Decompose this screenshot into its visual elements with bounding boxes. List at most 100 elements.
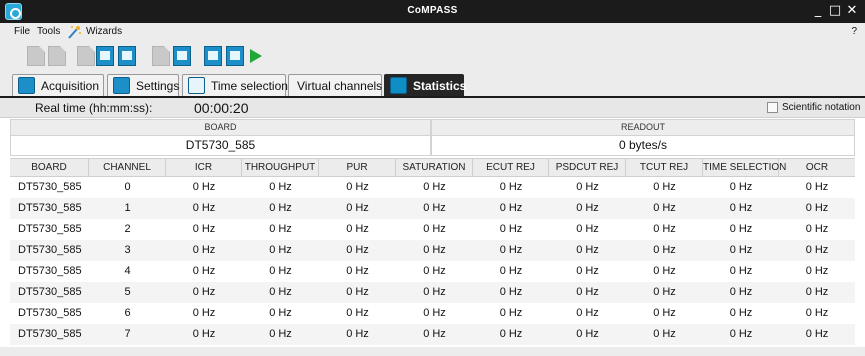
cell-ecut-rej: 0 Hz: [499, 202, 523, 214]
cell-saturation: 0 Hz: [423, 307, 446, 319]
column-header[interactable]: PUR: [319, 159, 396, 176]
help-button[interactable]: ?: [851, 26, 857, 37]
summary-readout-header: READOUT: [431, 119, 855, 136]
cell-ocr: 0 Hz: [805, 286, 829, 298]
table-row[interactable]: DT5730_585 6 0 Hz 0 Hz 0 Hz 0 Hz 0 Hz 0 …: [10, 303, 855, 324]
cell-throughput: 0 Hz: [269, 307, 292, 319]
cell-ecut-rej: 0 Hz: [499, 244, 523, 256]
cell-icr: 0 Hz: [192, 286, 216, 298]
acquisition-icon: [18, 77, 35, 94]
tab-settings[interactable]: Settings: [107, 74, 179, 96]
scientific-notation-label[interactable]: Scientific notation: [782, 102, 860, 113]
cell-channel: 7: [124, 328, 131, 340]
cell-psdcut-rej: 0 Hz: [576, 181, 599, 193]
cell-ecut-rej: 0 Hz: [499, 286, 523, 298]
column-header[interactable]: THROUGHPUT: [242, 159, 319, 176]
column-header[interactable]: SATURATION: [396, 159, 473, 176]
table-row[interactable]: DT5730_585 2 0 Hz 0 Hz 0 Hz 0 Hz 0 Hz 0 …: [10, 219, 855, 240]
cell-ocr: 0 Hz: [805, 265, 829, 277]
toolbar: [0, 41, 865, 71]
cell-saturation: 0 Hz: [423, 265, 446, 277]
column-header[interactable]: PSDCUT REJ: [549, 159, 626, 176]
tab-label: Acquisition: [41, 79, 100, 93]
new-document-icon[interactable]: [27, 46, 45, 66]
cell-throughput: 0 Hz: [269, 328, 292, 340]
cell-tcut-rej: 0 Hz: [653, 328, 676, 340]
cell-time-selection: 0 Hz: [729, 307, 753, 319]
start-acquisition-icon[interactable]: [250, 49, 262, 63]
cell-pur: 0 Hz: [346, 244, 369, 256]
export-icon[interactable]: [173, 46, 191, 66]
minimize-button[interactable]: _: [811, 3, 825, 19]
tab-time-selection[interactable]: Time selection: [182, 74, 288, 96]
statistics-icon: [390, 77, 407, 94]
cell-ocr: 0 Hz: [805, 223, 829, 235]
monitor-icon[interactable]: [226, 46, 244, 66]
cell-board: DT5730_585: [18, 223, 82, 235]
table-row[interactable]: DT5730_585 0 0 Hz 0 Hz 0 Hz 0 Hz 0 Hz 0 …: [10, 177, 855, 198]
column-header[interactable]: ICR: [166, 159, 242, 176]
column-header[interactable]: BOARD: [10, 159, 89, 176]
menu-file[interactable]: File: [14, 26, 30, 37]
cell-throughput: 0 Hz: [269, 265, 292, 277]
column-header[interactable]: TIME SELECTION: [703, 159, 786, 176]
readout-icon[interactable]: [204, 46, 222, 66]
tab-label: Time selection: [211, 79, 288, 93]
summary-board-value: DT5730_585: [10, 136, 431, 156]
menu-tools[interactable]: Tools: [37, 26, 60, 37]
maximize-button[interactable]: □: [828, 3, 842, 19]
cell-pur: 0 Hz: [346, 286, 369, 298]
table-row[interactable]: DT5730_585 1 0 Hz 0 Hz 0 Hz 0 Hz 0 Hz 0 …: [10, 198, 855, 219]
save-document-icon[interactable]: [77, 46, 95, 66]
cell-throughput: 0 Hz: [269, 244, 292, 256]
tab-label: Virtual channels: [297, 79, 383, 93]
menu-wizards[interactable]: Wizards: [86, 26, 122, 37]
cell-time-selection: 0 Hz: [729, 328, 753, 340]
cell-throughput: 0 Hz: [269, 223, 292, 235]
cell-time-selection: 0 Hz: [729, 223, 753, 235]
cell-board: DT5730_585: [18, 307, 82, 319]
scientific-notation-checkbox[interactable]: [767, 102, 778, 113]
cell-time-selection: 0 Hz: [729, 202, 753, 214]
table-row[interactable]: DT5730_585 3 0 Hz 0 Hz 0 Hz 0 Hz 0 Hz 0 …: [10, 240, 855, 261]
tab-acquisition[interactable]: Acquisition: [12, 74, 104, 96]
column-header[interactable]: ECUT REJ: [473, 159, 549, 176]
open-document-icon[interactable]: [48, 46, 66, 66]
close-button[interactable]: ✕: [845, 3, 859, 19]
cell-tcut-rej: 0 Hz: [653, 265, 676, 277]
cell-saturation: 0 Hz: [423, 244, 446, 256]
cell-saturation: 0 Hz: [423, 202, 446, 214]
load-config-icon[interactable]: [118, 46, 136, 66]
cell-tcut-rej: 0 Hz: [653, 244, 676, 256]
table-row[interactable]: DT5730_585 5 0 Hz 0 Hz 0 Hz 0 Hz 0 Hz 0 …: [10, 282, 855, 303]
column-header[interactable]: OCR: [779, 159, 855, 176]
copy-document-icon[interactable]: [152, 46, 170, 66]
column-header[interactable]: TCUT REJ: [626, 159, 703, 176]
cell-channel: 6: [124, 307, 131, 319]
tab-virtual-channels[interactable]: Virtual channels: [288, 74, 382, 96]
column-header[interactable]: CHANNEL: [89, 159, 166, 176]
gear-icon: [113, 77, 130, 94]
cell-board: DT5730_585: [18, 202, 82, 214]
cell-throughput: 0 Hz: [269, 286, 292, 298]
tab-bar: Acquisition Settings Time selection Virt…: [0, 71, 865, 96]
cell-psdcut-rej: 0 Hz: [576, 307, 599, 319]
tab-statistics[interactable]: Statistics: [384, 74, 466, 96]
cell-psdcut-rej: 0 Hz: [576, 265, 599, 277]
cell-pur: 0 Hz: [346, 328, 369, 340]
status-area: [0, 347, 865, 356]
save-config-icon[interactable]: [96, 46, 114, 66]
table-row[interactable]: DT5730_585 4 0 Hz 0 Hz 0 Hz 0 Hz 0 Hz 0 …: [10, 261, 855, 282]
wizard-wand-icon[interactable]: [66, 24, 82, 40]
cell-pur: 0 Hz: [346, 181, 369, 193]
table-row[interactable]: DT5730_585 7 0 Hz 0 Hz 0 Hz 0 Hz 0 Hz 0 …: [10, 324, 855, 345]
cell-throughput: 0 Hz: [269, 202, 292, 214]
cell-time-selection: 0 Hz: [729, 265, 753, 277]
cell-time-selection: 0 Hz: [729, 244, 753, 256]
cell-ecut-rej: 0 Hz: [499, 307, 523, 319]
cell-saturation: 0 Hz: [423, 328, 446, 340]
cell-ecut-rej: 0 Hz: [499, 181, 523, 193]
cell-saturation: 0 Hz: [423, 181, 446, 193]
summary-readout-value: 0 bytes/s: [431, 136, 855, 156]
cell-ocr: 0 Hz: [805, 202, 829, 214]
